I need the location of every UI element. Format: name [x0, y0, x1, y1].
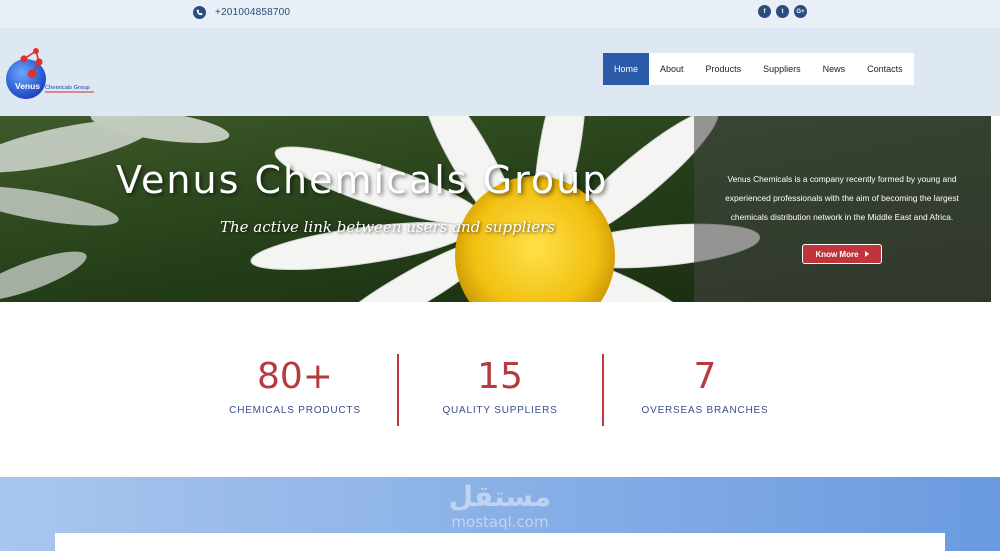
stat-divider — [397, 354, 399, 426]
stat-value: 15 — [477, 356, 523, 397]
stat-label: OVERSEAS BRANCHES — [641, 405, 769, 416]
nav-news[interactable]: News — [812, 53, 857, 85]
facebook-icon[interactable]: f — [758, 5, 771, 18]
nav-home[interactable]: Home — [603, 53, 650, 85]
nav-contacts[interactable]: Contacts — [856, 53, 914, 85]
caret-right-icon — [864, 251, 869, 257]
main-nav: Home About Products Suppliers News Conta… — [603, 53, 914, 85]
site-header: Venus Chemicals Group Home About Product… — [0, 28, 1000, 116]
google-plus-icon[interactable]: G+ — [794, 5, 807, 18]
phone-contact[interactable]: +201004858700 — [193, 6, 290, 19]
mostaql-watermark: مستقل mostaql.com — [438, 480, 562, 530]
social-links: f t G+ — [758, 5, 807, 18]
stat-chemicals: 80+ CHEMICALS PRODUCTS — [195, 355, 395, 416]
stat-label: QUALITY SUPPLIERS — [442, 405, 558, 416]
know-more-label: Know More — [815, 249, 859, 259]
stat-value: 7 — [693, 356, 717, 397]
site-logo[interactable]: Venus Chemicals Group — [6, 46, 98, 104]
top-bar: +201004858700 f t G+ — [0, 0, 1000, 28]
logo-word: Venus — [15, 81, 40, 91]
know-more-button[interactable]: Know More — [802, 244, 882, 264]
stat-suppliers: 15 QUALITY SUPPLIERS — [400, 355, 600, 416]
nav-about[interactable]: About — [649, 53, 695, 85]
logo-tagline: Chemicals Group — [45, 85, 90, 91]
twitter-icon[interactable]: t — [776, 5, 789, 18]
stat-label: CHEMICALS PRODUCTS — [229, 405, 361, 416]
phone-icon — [193, 6, 206, 19]
hero-subtitle: The active link between users and suppli… — [220, 218, 555, 236]
watermark-latin: mostaql.com — [451, 513, 549, 531]
content-card — [55, 533, 945, 551]
hero-description: Venus Chemicals is a company recently fo… — [725, 174, 959, 222]
watermark-arabic: مستقل — [448, 480, 552, 513]
stat-divider — [602, 354, 604, 426]
hero-title: Venus Chemicals Group — [116, 158, 609, 202]
phone-number: +201004858700 — [215, 7, 291, 18]
stat-branches: 7 OVERSEAS BRANCHES — [605, 355, 805, 416]
nav-products[interactable]: Products — [695, 53, 753, 85]
nav-suppliers[interactable]: Suppliers — [752, 53, 812, 85]
stat-value: 80+ — [257, 356, 333, 397]
